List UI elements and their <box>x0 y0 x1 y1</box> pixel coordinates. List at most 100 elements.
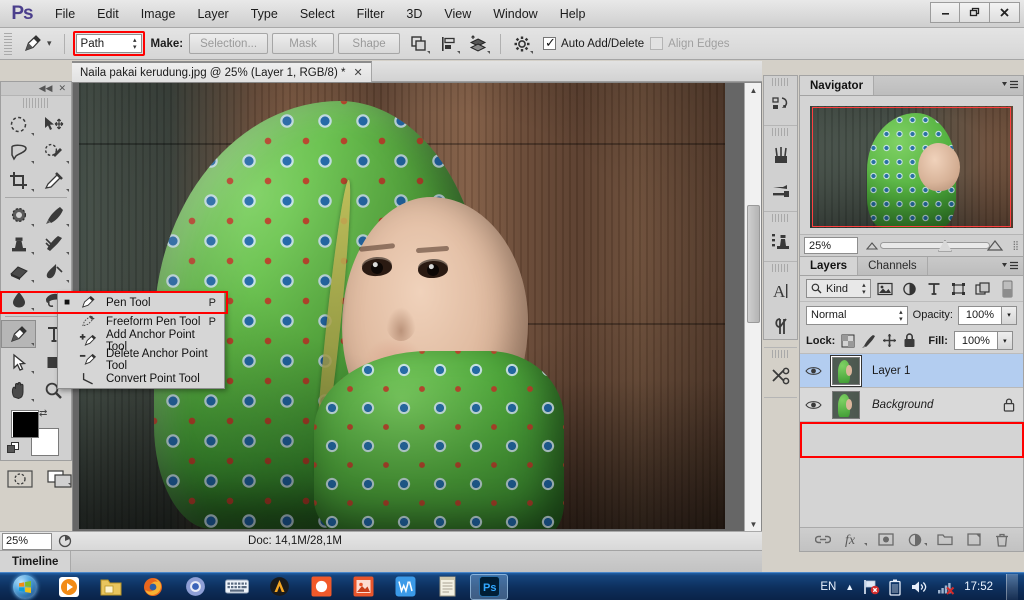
opacity-dropdown-icon[interactable]: ▾ <box>1002 305 1017 325</box>
close-icon[interactable]: ✕ <box>58 83 66 94</box>
tool-preset-caret[interactable]: ▾ <box>47 38 52 49</box>
close-button[interactable] <box>990 2 1020 23</box>
media-player-icon[interactable] <box>50 574 88 600</box>
navigator-zoom-slider[interactable] <box>866 237 1004 255</box>
swap-colors-icon[interactable]: ⇄ <box>39 408 47 419</box>
table-row[interactable]: Layer 1 <box>800 354 1023 388</box>
layer-mask-icon[interactable] <box>877 533 894 546</box>
notepad-icon[interactable] <box>428 574 466 600</box>
flyout-item-pen-tool[interactable]: ■ Pen Tool P <box>58 293 224 312</box>
collapse-icon[interactable]: ◀◀ <box>39 83 53 94</box>
firefox-icon[interactable] <box>134 574 172 600</box>
marquee-tool[interactable] <box>1 110 36 138</box>
canvas-vertical-scrollbar[interactable]: ▲ ▼ <box>744 83 761 533</box>
flag-error-icon[interactable] <box>863 579 880 595</box>
tray-clock[interactable]: 17:52 <box>964 581 993 593</box>
spot-healing-brush-tool[interactable] <box>1 201 36 229</box>
layer-name[interactable]: Layer 1 <box>866 365 1023 377</box>
file-explorer-icon[interactable] <box>92 574 130 600</box>
history-panel-icon[interactable] <box>764 87 797 123</box>
gradient-tool[interactable] <box>36 257 71 285</box>
flyout-item-convert-point-tool[interactable]: Convert Point Tool <box>58 369 224 388</box>
menu-type[interactable]: Type <box>240 2 289 26</box>
dock-grip[interactable] <box>772 78 789 86</box>
brush-panel-icon[interactable] <box>764 137 797 173</box>
menu-3d[interactable]: 3D <box>395 2 433 26</box>
navigator-view-box[interactable] <box>812 107 1011 227</box>
speaker-icon[interactable] <box>910 579 928 595</box>
table-row[interactable]: Background <box>800 388 1023 422</box>
menu-image[interactable]: Image <box>130 2 187 26</box>
brush-tool[interactable] <box>36 201 71 229</box>
menu-filter[interactable]: Filter <box>346 2 396 26</box>
zoom-out-icon[interactable] <box>866 241 879 250</box>
pen-tool-flyout-menu[interactable]: ■ Pen Tool P Freeform Pen Tool P Add Anc… <box>57 292 225 389</box>
wps-writer-icon[interactable] <box>386 574 424 600</box>
menu-file[interactable]: File <box>44 2 86 26</box>
adjustment-layer-icon[interactable] <box>908 533 927 547</box>
filter-toggle-switch[interactable] <box>998 279 1017 299</box>
filter-type-icon[interactable] <box>924 279 943 299</box>
filter-pixel-icon[interactable] <box>876 279 895 299</box>
maximize-button[interactable] <box>960 2 990 23</box>
keyboard-icon[interactable] <box>218 574 256 600</box>
clone-stamp-tool[interactable] <box>1 229 36 257</box>
new-group-icon[interactable] <box>936 533 953 546</box>
character-panel-icon[interactable]: A <box>764 273 797 309</box>
lock-all-icon[interactable] <box>903 333 916 348</box>
document-tab[interactable]: Naila pakai kerudung.jpg @ 25% (Layer 1,… <box>72 61 372 82</box>
layer-style-fx-icon[interactable]: fx <box>845 532 867 547</box>
path-mode-select[interactable]: Path ▴ ▾ <box>75 34 142 53</box>
path-arrangement-icon[interactable] <box>466 32 492 56</box>
app-orange-icon[interactable] <box>302 574 340 600</box>
layer-thumbnail-cell[interactable] <box>826 356 866 385</box>
flyout-item-delete-anchor-point-tool[interactable]: Delete Anchor Point Tool <box>58 348 224 372</box>
tab-navigator[interactable]: Navigator <box>800 76 875 95</box>
dock-grip[interactable] <box>772 214 789 222</box>
auto-add-delete-checkbox[interactable]: Auto Add/Delete <box>543 35 644 51</box>
quick-mask-icon[interactable] <box>7 470 33 488</box>
photoshop-icon[interactable]: Ps <box>470 573 508 600</box>
align-edges-checkbox[interactable]: Align Edges <box>650 37 730 50</box>
paragraph-panel-icon[interactable] <box>764 309 797 345</box>
lock-position-icon[interactable] <box>882 333 897 348</box>
close-icon[interactable]: ✕ <box>353 66 362 79</box>
slider-track[interactable] <box>880 242 991 249</box>
path-alignment-icon[interactable] <box>436 32 462 56</box>
show-desktop-button[interactable] <box>1006 574 1018 600</box>
new-layer-icon[interactable] <box>966 533 981 546</box>
scroll-up-arrow[interactable]: ▲ <box>745 83 761 98</box>
panel-menu-icon[interactable] <box>1002 80 1018 90</box>
avira-icon[interactable] <box>260 574 298 600</box>
brush-presets-panel-icon[interactable] <box>764 173 797 209</box>
tab-layers[interactable]: Layers <box>800 257 859 275</box>
status-preview-icon[interactable] <box>52 534 78 548</box>
path-operations-icon[interactable] <box>406 32 432 56</box>
image-viewer-icon[interactable] <box>344 574 382 600</box>
hand-tool[interactable] <box>1 376 36 404</box>
filter-adjustment-icon[interactable] <box>900 279 919 299</box>
layer-visibility-toggle[interactable] <box>800 365 826 377</box>
tray-language[interactable]: EN <box>820 581 836 593</box>
make-selection-button[interactable]: Selection... <box>189 33 269 54</box>
options-bar-grip[interactable] <box>4 32 12 55</box>
lock-transparent-pixels-icon[interactable] <box>841 334 855 348</box>
panel-menu-icon[interactable] <box>1002 261 1018 271</box>
navigator-zoom-field[interactable]: 25% <box>804 237 858 254</box>
clone-source-panel-icon[interactable] <box>764 223 797 259</box>
menu-layer[interactable]: Layer <box>186 2 239 26</box>
make-mask-button[interactable]: Mask <box>272 33 335 54</box>
menu-edit[interactable]: Edit <box>86 2 130 26</box>
foreground-color-swatch[interactable] <box>11 410 39 438</box>
move-tool[interactable] <box>36 110 71 138</box>
gear-icon[interactable] <box>509 32 535 56</box>
dock-grip[interactable] <box>772 350 789 358</box>
tools-panel-grip[interactable] <box>23 98 49 108</box>
tool-presets-panel-icon[interactable] <box>764 359 797 395</box>
history-brush-tool[interactable] <box>36 229 71 257</box>
filter-shape-icon[interactable] <box>949 279 968 299</box>
status-zoom-field[interactable]: 25% <box>2 532 52 550</box>
chrome-icon[interactable] <box>176 574 214 600</box>
screen-mode-icon[interactable] <box>47 470 73 488</box>
layer-name[interactable]: Background <box>866 399 1003 411</box>
